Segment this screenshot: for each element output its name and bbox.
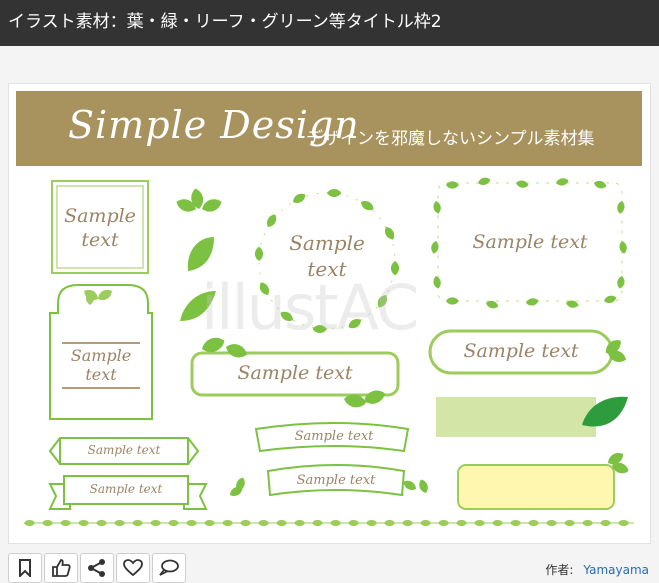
heart-icon bbox=[123, 559, 143, 577]
leaf-border bbox=[24, 519, 634, 527]
ribbon-center-top-text: Sample text bbox=[294, 429, 374, 444]
author-info: 作者: Yamayama bbox=[545, 561, 649, 578]
comment-icon bbox=[159, 559, 179, 576]
square-frame-text-1: Sample bbox=[64, 205, 136, 227]
author-link[interactable]: Yamayama bbox=[583, 563, 649, 577]
favorite-button[interactable] bbox=[116, 553, 150, 583]
bookmark-button[interactable] bbox=[8, 553, 42, 583]
wreath-text-1: Sample bbox=[289, 231, 365, 255]
like-button[interactable] bbox=[44, 553, 78, 583]
pill-center-text: Sample text bbox=[237, 362, 353, 384]
thumbs-up-icon bbox=[52, 559, 71, 577]
title-bar: イラスト素材：葉・緑・リーフ・グリーン等タイトル枠2 bbox=[0, 0, 659, 46]
leaf-rect-text: Sample text bbox=[472, 231, 588, 253]
page-title: イラスト素材：葉・緑・リーフ・グリーン等タイトル枠2 bbox=[8, 12, 442, 32]
ribbon-center-bottom-text: Sample text bbox=[296, 473, 376, 488]
watermark: illustAC bbox=[201, 271, 419, 344]
arch-leaves bbox=[81, 287, 115, 305]
brush-band bbox=[436, 396, 628, 437]
arch-frame-text-2: text bbox=[85, 365, 117, 384]
illustration-preview[interactable]: Simple Design デザインを邪魔しないシンプル素材集 Sample t… bbox=[16, 91, 642, 535]
square-frame-text-2: text bbox=[81, 229, 119, 251]
yellow-box bbox=[457, 449, 631, 510]
comment-button[interactable] bbox=[152, 553, 186, 583]
square-frame bbox=[51, 180, 149, 274]
arch-frame-text-1: Sample bbox=[70, 346, 132, 365]
share-button[interactable] bbox=[80, 553, 114, 583]
ribbon-top-left-text: Sample text bbox=[87, 443, 161, 457]
pill-right-text: Sample text bbox=[463, 340, 579, 362]
share-icon bbox=[88, 559, 105, 577]
bookmark-icon bbox=[19, 559, 31, 577]
ribbon-bottom-left-text: Sample text bbox=[89, 482, 163, 496]
author-label: 作者: bbox=[545, 563, 574, 577]
